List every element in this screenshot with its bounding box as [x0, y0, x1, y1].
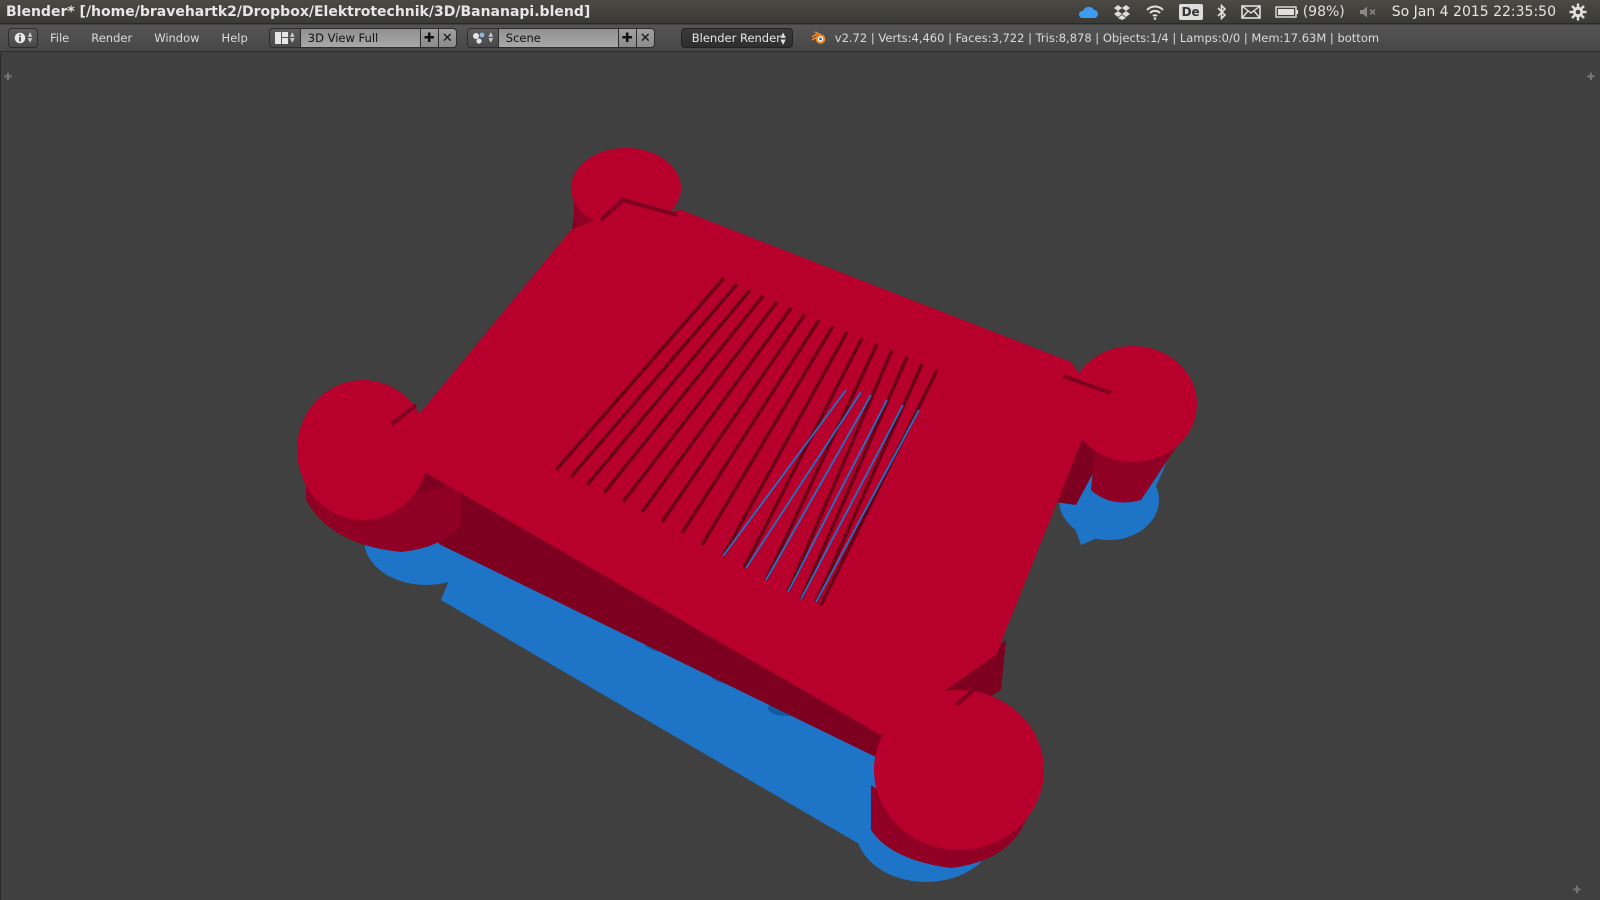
case-3d-model[interactable] — [1, 53, 1600, 900]
battery-icon — [1275, 5, 1298, 18]
battery-percentage: (98%) — [1302, 3, 1345, 20]
dropdown-arrows-icon: ▲ ▼ — [27, 31, 33, 44]
scene-browse-button[interactable]: ▲ ▼ — [466, 28, 499, 48]
add-screen-layout-button[interactable]: ✚ — [420, 28, 439, 48]
render-engine-dropdown[interactable]: Blender Render ▲ ▼ — [680, 28, 793, 48]
delete-scene-button[interactable]: ✕ — [636, 28, 655, 48]
close-icon: ✕ — [639, 30, 651, 46]
battery-indicator[interactable]: (98%) — [1268, 0, 1352, 24]
case-lid-top — [406, 210, 1091, 735]
window-title: Blender* [/home/bravehartk2/Dropbox/Elek… — [6, 3, 591, 20]
scene-statistics: v2.72 | Verts:4,460 | Faces:3,722 | Tris… — [834, 31, 1380, 45]
dropdown-arrows-icon: ▲ ▼ — [488, 31, 494, 44]
bluetooth-icon[interactable] — [1210, 0, 1234, 24]
scene-name-field[interactable]: Scene — [498, 28, 619, 48]
close-icon: ✕ — [441, 30, 453, 46]
keyboard-layout-icon[interactable]: De — [1172, 0, 1210, 24]
menu-window[interactable]: Window — [143, 31, 210, 45]
screen-layout-name-field[interactable]: 3D View Full — [300, 28, 421, 48]
cloud-icon[interactable] — [1070, 0, 1106, 24]
dropdown-arrows-icon: ▲ ▼ — [289, 31, 295, 44]
mail-icon[interactable] — [1234, 0, 1268, 24]
scene-icon — [473, 32, 485, 44]
plus-icon: ✚ — [423, 30, 435, 46]
dropbox-icon[interactable] — [1106, 0, 1138, 24]
blender-logo-icon — [811, 31, 827, 45]
screen-layout-selector: ▲ ▼ 3D View Full ✚ ✕ — [268, 28, 457, 48]
menu-file[interactable]: File — [38, 31, 80, 45]
plus-icon: ✚ — [621, 30, 633, 46]
screen-layout-name: 3D View Full — [307, 31, 379, 45]
3d-viewport[interactable]: ✚ ✚ ✚ — [0, 53, 1600, 900]
editor-type-selector[interactable]: ▲ ▼ — [8, 28, 38, 48]
delete-screen-layout-button[interactable]: ✕ — [438, 28, 457, 48]
wifi-icon[interactable] — [1138, 0, 1172, 24]
add-scene-button[interactable]: ✚ — [618, 28, 637, 48]
scene-name: Scene — [505, 31, 541, 45]
dropdown-arrows-icon: ▲ ▼ — [780, 31, 786, 46]
clock[interactable]: So Jan 4 2015 22:35:50 — [1386, 4, 1562, 20]
volume-muted-icon[interactable] — [1352, 0, 1386, 24]
window-title-bar: Blender* [/home/bravehartk2/Dropbox/Elek… — [0, 0, 1600, 24]
info-icon — [14, 32, 25, 44]
menu-help[interactable]: Help — [211, 31, 259, 45]
blender-info-header: ▲ ▼ File Render Window Help ▲ ▼ 3D View Fu… — [0, 25, 1600, 52]
render-engine-label: Blender Render — [691, 31, 781, 45]
settings-gear-icon[interactable] — [1562, 0, 1594, 24]
screen-layout-icon — [274, 32, 288, 44]
screen-layout-browse-button[interactable]: ▲ ▼ — [268, 28, 301, 48]
menu-render[interactable]: Render — [80, 31, 143, 45]
system-tray: De (98%) So Jan 4 2015 22:35:50 — [1070, 0, 1600, 24]
scene-selector: ▲ ▼ Scene ✚ ✕ — [466, 28, 655, 48]
